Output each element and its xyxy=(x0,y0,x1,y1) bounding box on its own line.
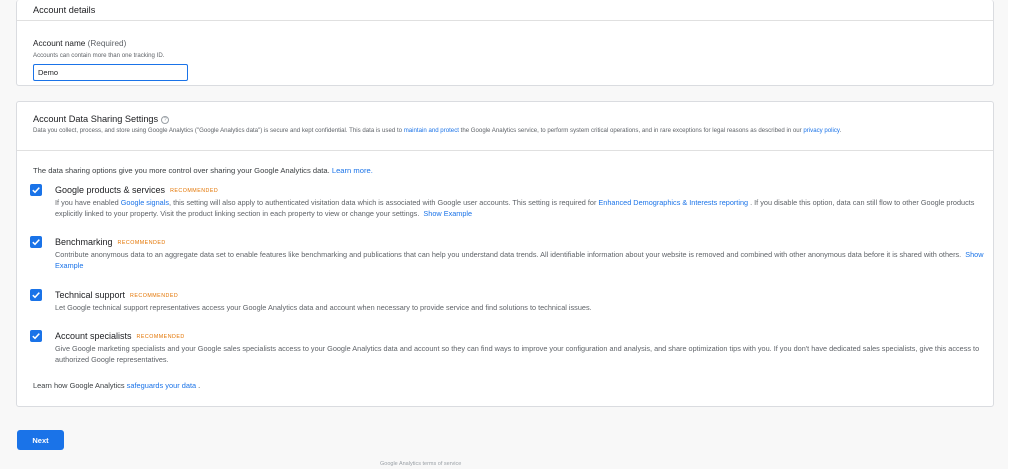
data-sharing-intro: Data you collect, process, and store usi… xyxy=(33,127,983,136)
option-title: Account specialists RECOMMENDED xyxy=(55,331,185,341)
account-name-label: Account name (Required) xyxy=(33,39,126,48)
enhanced-demographics-link[interactable]: Enhanced Demographics & Interests report… xyxy=(598,198,748,207)
option-title-text: Google products & services xyxy=(55,185,166,195)
header-divider xyxy=(17,150,993,151)
intro-text-3: . xyxy=(839,127,842,134)
account-details-title: Account details xyxy=(33,5,96,15)
scrollbar-track[interactable] xyxy=(1008,0,1024,469)
desc-text: Let Google technical support representat… xyxy=(55,303,592,312)
google-signals-link[interactable]: Google signals xyxy=(121,198,169,207)
check-icon xyxy=(32,292,40,299)
intro-text-2: the Google Analytics service, to perform… xyxy=(458,127,804,134)
safeguards-note: Learn how Google Analytics safeguards yo… xyxy=(33,381,200,390)
footer-text[interactable]: Google Analytics terms of service xyxy=(380,461,461,467)
option-title: Google products & services RECOMMENDED xyxy=(55,185,218,195)
option-title: Technical support RECOMMENDED xyxy=(55,290,178,300)
options-lead: The data sharing options give you more c… xyxy=(33,166,373,175)
account-details-card: Account details Account name (Required) … xyxy=(16,0,994,86)
option-description: If you have enabled Google signals, this… xyxy=(55,198,1000,220)
options-lead-text: The data sharing options give you more c… xyxy=(33,166,332,175)
check-icon xyxy=(32,333,40,340)
recommended-badge: RECOMMENDED xyxy=(117,240,166,246)
next-button[interactable]: Next xyxy=(17,430,64,450)
option-title-text: Account specialists xyxy=(55,331,132,341)
help-icon[interactable]: ? xyxy=(161,116,170,124)
desc-text-1: If you have enabled xyxy=(55,198,121,207)
privacy-policy-link[interactable]: privacy policy xyxy=(803,127,839,134)
desc-text: Contribute anonymous data to an aggregat… xyxy=(55,250,962,259)
option-description: Let Google technical support representat… xyxy=(55,303,1000,314)
page: Account details Account name (Required) … xyxy=(0,0,1008,469)
check-icon xyxy=(32,187,40,194)
recommended-badge: RECOMMENDED xyxy=(136,334,185,340)
safeguards-text: Learn how Google Analytics xyxy=(33,381,127,390)
checkbox-google-products[interactable] xyxy=(30,184,42,196)
account-name-hint: Accounts can contain more than one track… xyxy=(33,52,165,59)
data-sharing-card: Account Data Sharing Settings? Data you … xyxy=(16,101,994,407)
option-title: Benchmarking RECOMMENDED xyxy=(55,237,166,247)
checkbox-account-specialists[interactable] xyxy=(30,330,42,342)
option-title-text: Benchmarking xyxy=(55,237,113,247)
required-tag: (Required) xyxy=(87,39,127,48)
learn-more-link[interactable]: Learn more. xyxy=(332,166,373,175)
maintain-protect-link[interactable]: maintain and protect xyxy=(404,127,459,134)
desc-text-2: , this setting will also apply to authen… xyxy=(169,198,599,207)
intro-text-1: Data you collect, process, and store usi… xyxy=(33,127,404,134)
safeguards-link[interactable]: safeguards your data xyxy=(127,381,196,390)
option-description: Give Google marketing specialists and yo… xyxy=(55,344,1000,366)
desc-text: Give Google marketing specialists and yo… xyxy=(55,344,980,364)
option-description: Contribute anonymous data to an aggregat… xyxy=(55,250,1000,272)
safeguards-end: . xyxy=(196,381,201,390)
account-name-label-text: Account name xyxy=(33,39,86,48)
show-example-link[interactable]: Show Example xyxy=(423,209,472,218)
checkbox-technical-support[interactable] xyxy=(30,289,42,301)
option-title-text: Technical support xyxy=(55,290,126,300)
check-icon xyxy=(32,239,40,246)
recommended-badge: RECOMMENDED xyxy=(130,293,179,299)
header-divider xyxy=(17,20,993,21)
checkbox-benchmarking[interactable] xyxy=(30,236,42,248)
data-sharing-title-text: Account Data Sharing Settings xyxy=(33,114,159,124)
account-name-input[interactable] xyxy=(33,64,188,81)
data-sharing-title: Account Data Sharing Settings? xyxy=(33,114,170,124)
recommended-badge: RECOMMENDED xyxy=(170,188,219,194)
